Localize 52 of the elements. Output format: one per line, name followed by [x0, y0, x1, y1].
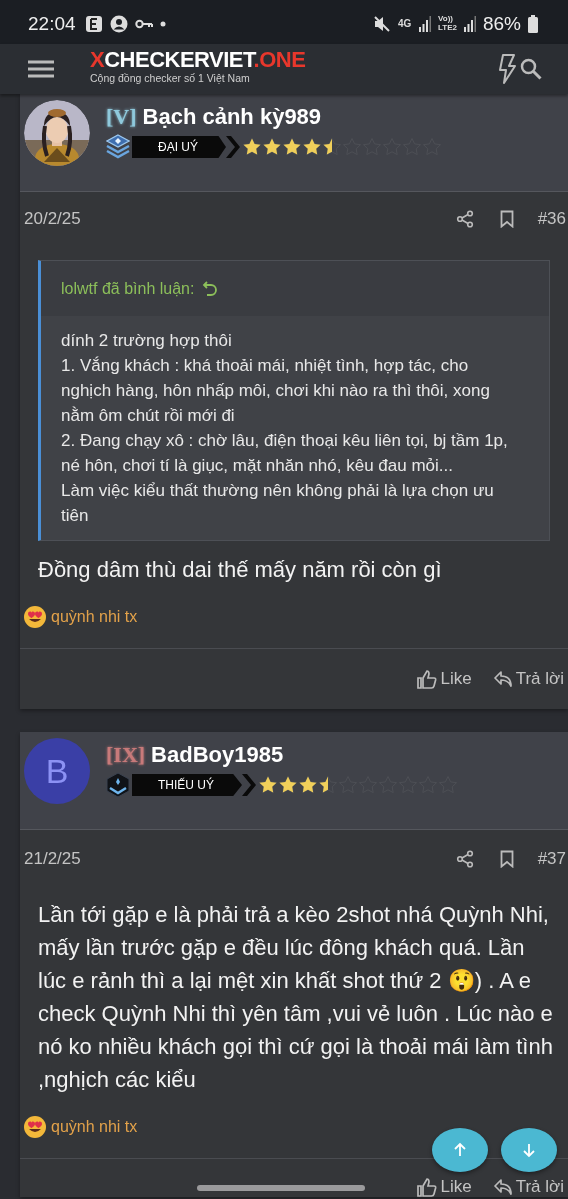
quote-text: Làm việc kiểu thất thường nên không phải là lựa chọn ưu tiên [61, 480, 495, 527]
menu-button[interactable] [26, 58, 56, 80]
signature-text: quỳnh nhi tx [51, 1118, 138, 1136]
post-text: Đồng dâm thù dai thế mấy năm rồi còn gì [37, 556, 443, 584]
quote-text: dính 2 trường hợp thôi [61, 330, 233, 352]
jump-back-icon[interactable] [202, 279, 219, 298]
lightning-button[interactable] [496, 52, 518, 86]
rank-emblem-icon [106, 772, 130, 798]
heart-eyes-emoji-icon [23, 605, 47, 629]
thumbs-up-icon [416, 1177, 437, 1197]
quote-text: 1. Vắng khách : khá thoải mái, nhiệt tình, hợp tác, cho nghịch hàng, hôn nhấp môi, chơi khi nào ra thì thôi, xong nằm ôm chút rồi mới đi [61, 355, 491, 427]
quote-text: 2. Đang chạy xô : chờ lâu, điện thoại kêu liên tọi, bj tầm 1p, né hôn, chơi tí là giục, mặt nhăn nhó, kêu đau mỏi... [61, 430, 509, 477]
arrow-up-icon [452, 1142, 468, 1158]
post-text: Lần tới gặp e là phải trả a kèo 2shot nhá Quỳnh Nhi, mấy lần trước gặp e đều lúc đông khách quá. Lần lúc e rảnh thì a lại mệt xin khất shot thứ 2 😲) . A e check Quỳnh Nhi thì yên tâm ,vui vẻ luôn . Lúc nào e nó ko nhiều khách gọi thì cứ gọi là thoải mái làm tình ,nghịch các kiểu [37, 901, 554, 1094]
site-logo[interactable]: XCHECKERVIET.ONE [90, 47, 306, 73]
post-date[interactable]: 21/2/25 [24, 849, 81, 869]
like-button[interactable]: Like [416, 669, 472, 689]
rank-emblem-icon [106, 134, 130, 160]
lte-label: LTE2 [438, 24, 457, 33]
signature-text: quỳnh nhi tx [51, 608, 138, 626]
quote-author[interactable]: lolwtf đã bình luận: [61, 279, 195, 298]
user-tag: [IX] [106, 742, 146, 768]
heart-eyes-emoji-icon [23, 1115, 47, 1139]
mute-icon [373, 15, 391, 33]
search-button[interactable] [518, 56, 544, 82]
post-number[interactable]: #36 [537, 209, 566, 229]
dot-icon [159, 21, 166, 27]
reply-button[interactable]: Trả lời [493, 1177, 564, 1197]
reply-button[interactable]: Trả lời [493, 669, 564, 689]
post-date[interactable]: 20/2/25 [24, 209, 81, 229]
username[interactable]: Bạch cảnh kỳ989 [142, 104, 322, 130]
clock-time: 22:04 [28, 13, 76, 35]
user-tag: [V] [106, 104, 137, 130]
signal-icon [463, 16, 476, 32]
battery-level: 86% [482, 13, 521, 35]
account-icon [109, 15, 128, 33]
chevron-icon [226, 136, 240, 158]
username[interactable]: BadBoy1985 [151, 742, 284, 768]
key-icon [134, 18, 153, 30]
reply-arrow-icon [493, 1179, 512, 1195]
arrow-down-icon [521, 1142, 537, 1158]
site-tagline: Cộng đồng checker số 1 Việt Nam [90, 72, 251, 85]
volte-label: Vo)) [438, 15, 454, 24]
signal-icon [419, 16, 431, 32]
chevron-icon [242, 774, 256, 796]
battery-icon [528, 15, 538, 33]
post-number[interactable]: #37 [537, 849, 566, 869]
reply-arrow-icon [493, 671, 512, 687]
thumbs-up-icon [416, 669, 437, 689]
network-type: 4G [398, 19, 412, 29]
app-notification-icon [84, 15, 103, 33]
like-button[interactable]: Like [416, 1177, 472, 1197]
